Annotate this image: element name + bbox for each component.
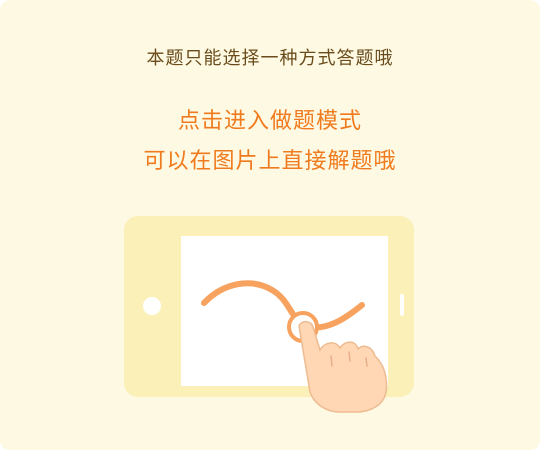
prompt-card[interactable]: 本题只能选择一种方式答题哦 点击进入做题模式 可以在图片上直接解题哦 <box>0 0 540 450</box>
tablet-illustration <box>124 216 414 413</box>
